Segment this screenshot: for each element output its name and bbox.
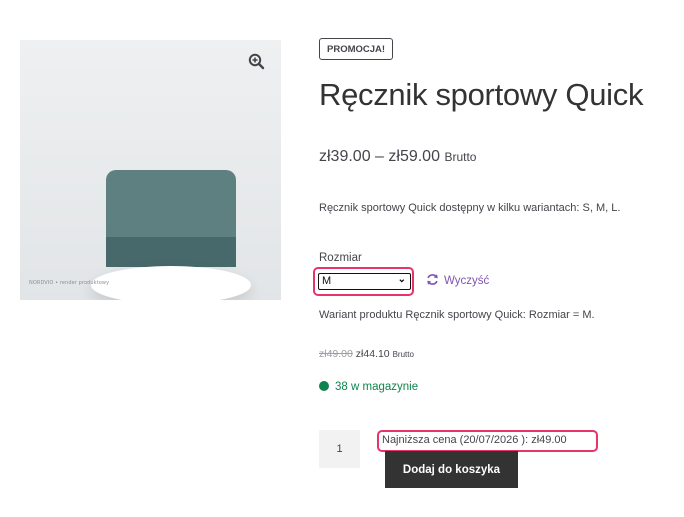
stock-text: 38 w magazynie (335, 381, 419, 393)
product-image[interactable] (20, 40, 281, 300)
reset-variations-link[interactable]: Wyczyść (426, 273, 489, 287)
product-base-shape (91, 266, 251, 300)
add-to-cart-button[interactable]: Dodaj do koszyka (385, 451, 518, 488)
short-description: Ręcznik sportowy Quick dostępny w kilku … (319, 202, 621, 214)
price-range-value: zł39.00 – zł59.00 (319, 148, 440, 165)
image-watermark: NORDVIO • render produktowy (29, 280, 110, 286)
size-select-value: M (322, 275, 332, 287)
new-price: zł44.10 (355, 348, 390, 360)
reset-label: Wyczyść (444, 275, 490, 287)
price-suffix: Brutto (444, 150, 477, 164)
chevron-down-icon: ⌄ (397, 274, 406, 285)
sale-badge: PROMOCJA! (319, 38, 394, 60)
towel-image (106, 170, 236, 267)
stock-status: 38 w magazynie (319, 381, 418, 393)
variant-price-suffix: Brutto (392, 350, 414, 359)
old-price: zł49.00 (319, 348, 353, 360)
variant-price: zł49.00 zł44.10 Brutto (319, 348, 414, 360)
size-label: Rozmiar (319, 252, 362, 264)
quantity-input[interactable]: 1 (319, 430, 360, 468)
size-select[interactable]: M ⌄ (318, 273, 411, 290)
price-range: zł39.00 – zł59.00 Brutto (319, 148, 476, 166)
lowest-price-note: Najniższa cena (20/07/2026 ): zł49.00 (382, 434, 567, 446)
in-stock-dot-icon (319, 381, 329, 391)
variant-description: Wariant produktu Ręcznik sportowy Quick:… (319, 309, 595, 321)
refresh-icon (427, 274, 438, 285)
product-title: Ręcznik sportowy Quick (319, 77, 644, 112)
zoom-icon[interactable] (246, 51, 268, 73)
